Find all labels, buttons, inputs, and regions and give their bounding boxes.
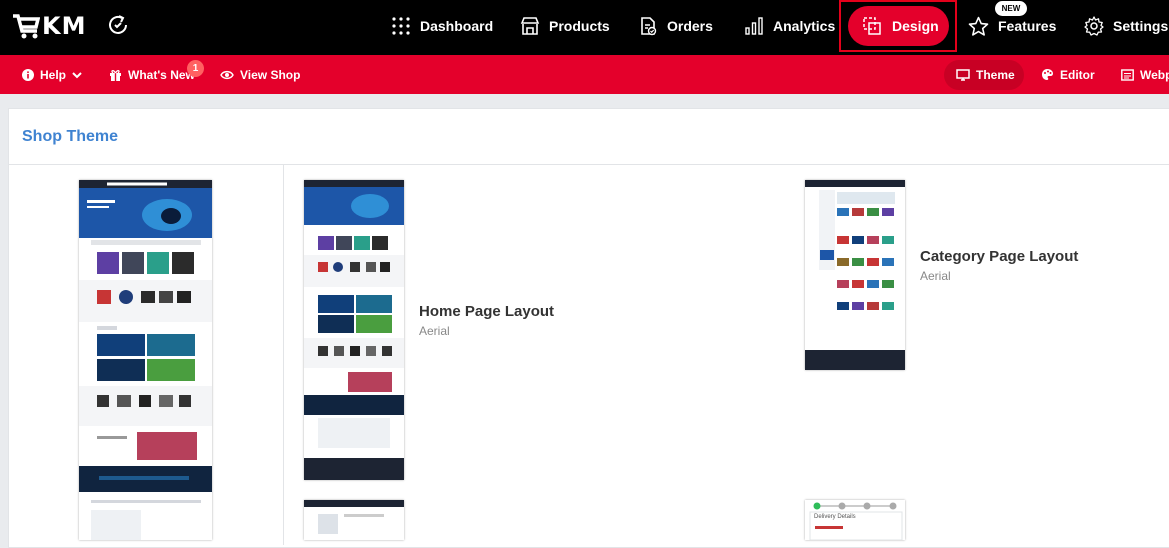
nav-analytics[interactable]: Analytics bbox=[744, 0, 835, 52]
help-menu[interactable]: Help bbox=[22, 55, 83, 94]
category-layout-theme: Aerial bbox=[920, 269, 951, 283]
whats-new-label: What's New bbox=[128, 67, 195, 82]
nav-products-label: Products bbox=[549, 18, 610, 34]
category-layout-image bbox=[805, 180, 905, 370]
tab-theme[interactable]: Theme bbox=[956, 55, 1015, 94]
nav-settings-label: Settings bbox=[1113, 18, 1169, 34]
whats-new-link[interactable]: What's New bbox=[109, 55, 195, 94]
layout-thumbnail-3-image bbox=[304, 500, 404, 540]
page-title: Shop Theme bbox=[22, 128, 119, 145]
panel-column-divider bbox=[283, 165, 284, 545]
view-shop-label: View Shop bbox=[240, 67, 301, 82]
tab-theme-label: Theme bbox=[976, 67, 1015, 82]
chevron-down-icon bbox=[72, 71, 82, 78]
document-check-icon bbox=[641, 17, 657, 36]
layout-thumbnail-3[interactable] bbox=[304, 500, 404, 540]
palette-icon bbox=[1042, 69, 1053, 80]
checkout-preview-label: Delivery Details bbox=[814, 514, 856, 520]
nav-dashboard[interactable]: Dashboard bbox=[391, 0, 493, 52]
gear-icon bbox=[1084, 16, 1104, 36]
webpage-list-icon bbox=[1121, 68, 1134, 81]
nav-orders[interactable]: Orders bbox=[638, 0, 713, 52]
refresh-icon[interactable] bbox=[106, 13, 130, 42]
cart-logo-icon bbox=[13, 14, 40, 39]
help-label: Help bbox=[40, 67, 67, 82]
home-layout-name: Home Page Layout bbox=[419, 303, 555, 320]
notification-count-badge: 1 bbox=[187, 60, 204, 77]
home-layout-theme: Aerial bbox=[419, 324, 450, 338]
new-badge: NEW bbox=[995, 1, 1027, 16]
home-layout-image bbox=[304, 180, 404, 480]
tab-editor-label: Editor bbox=[1060, 67, 1095, 82]
nav-settings[interactable]: Settings bbox=[1084, 0, 1168, 52]
grid-dots-icon bbox=[392, 17, 410, 35]
nav-dashboard-label: Dashboard bbox=[420, 18, 494, 34]
nav-analytics-label: Analytics bbox=[773, 18, 836, 34]
checkout-progress-image bbox=[805, 500, 905, 540]
monitor-icon bbox=[956, 68, 970, 81]
top-navigation-bar: KM Dashboard Products Orders Analytics D… bbox=[0, 0, 1169, 55]
store-icon bbox=[520, 17, 540, 35]
nav-design-label: Design bbox=[892, 18, 939, 34]
theme-preview-thumbnail[interactable] bbox=[79, 180, 212, 540]
panel-header-divider bbox=[8, 164, 1169, 165]
category-layout-name: Category Page Layout bbox=[920, 248, 1079, 265]
ekm-logo[interactable]: KM bbox=[12, 12, 86, 40]
tab-webpages-label: Webp bbox=[1140, 67, 1169, 82]
nav-products[interactable]: Products bbox=[520, 0, 610, 52]
star-icon bbox=[968, 16, 989, 36]
eye-icon bbox=[220, 70, 234, 79]
tab-editor[interactable]: Editor bbox=[1041, 55, 1095, 94]
home-layout-thumbnail[interactable] bbox=[304, 180, 404, 480]
nav-design[interactable]: Design bbox=[848, 6, 949, 46]
nav-features-label: Features bbox=[998, 18, 1057, 34]
checkout-layout-thumbnail[interactable] bbox=[805, 500, 905, 540]
gift-icon bbox=[110, 69, 121, 81]
design-layers-icon bbox=[863, 17, 881, 35]
nav-orders-label: Orders bbox=[667, 18, 713, 34]
theme-preview-image bbox=[79, 180, 212, 540]
category-layout-thumbnail[interactable] bbox=[805, 180, 905, 370]
bar-chart-icon bbox=[745, 17, 763, 35]
view-shop-link[interactable]: View Shop bbox=[220, 55, 300, 94]
tab-webpages[interactable]: Webp bbox=[1121, 55, 1169, 94]
info-circle-icon bbox=[22, 68, 34, 81]
logo-text: KM bbox=[42, 12, 87, 40]
